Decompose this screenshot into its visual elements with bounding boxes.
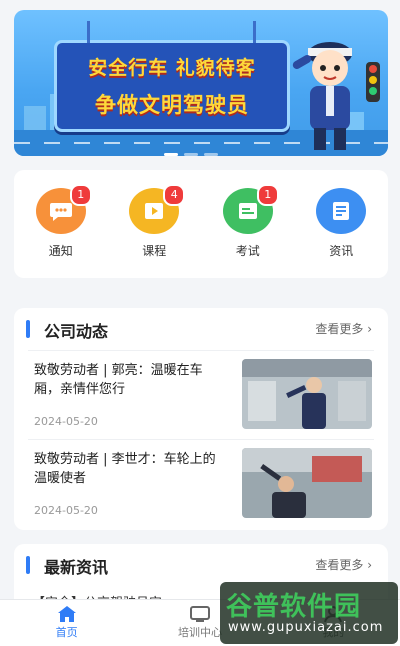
menu-label: 考试	[235, 244, 260, 258]
news-title: 致敬劳动者 | 李世才：车轮上的温暖使者	[34, 452, 216, 486]
document-icon	[316, 188, 367, 234]
carousel-indicators[interactable]	[164, 153, 218, 156]
promo-banner[interactable]: 安全行车 礼貌待客 争做文明驾驶员	[14, 10, 388, 156]
view-more-link[interactable]: 查看更多 ›	[315, 320, 372, 337]
section-accent-bar	[26, 320, 30, 338]
banner-sign: 安全行车 礼貌待客 争做文明驾驶员	[54, 21, 290, 132]
menu-item-notice[interactable]: 1 通知	[26, 170, 96, 259]
news-title: 致敬劳动者 | 郭亮：温暖在车厢，亲情伴您行	[34, 363, 203, 397]
quick-menu: 1 通知 4 课程 1 考试 资讯	[14, 170, 388, 278]
sign-rod	[87, 21, 90, 43]
menu-item-course[interactable]: 4 课程	[119, 170, 189, 259]
menu-item-exam[interactable]: 1 考试	[213, 170, 283, 259]
news-item[interactable]: 致敬劳动者 | 李世才：车轮上的温暖使者 2024-05-20	[28, 439, 374, 528]
tab-label: 首页	[55, 626, 78, 639]
news-thumbnail	[242, 359, 372, 429]
menu-label: 课程	[142, 244, 167, 258]
site-watermark: 谷普软件园 www.gupuxiazai.com	[220, 582, 398, 644]
news-item[interactable]: 致敬劳动者 | 郭亮：温暖在车厢，亲情伴您行 2024-05-20	[28, 350, 374, 439]
police-officer-illustration	[292, 42, 352, 150]
tab-home[interactable]: 首页	[0, 600, 133, 646]
watermark-name: 谷普软件园	[226, 592, 362, 622]
section-title: 公司动态	[44, 322, 109, 341]
menu-label: 资讯	[329, 244, 354, 258]
section-header: 最新资讯 查看更多 ›	[14, 544, 388, 586]
sign-rod	[253, 21, 256, 43]
view-more-link[interactable]: 查看更多 ›	[315, 556, 372, 573]
section-header: 公司动态 查看更多 ›	[14, 308, 388, 350]
section-title: 最新资讯	[44, 558, 109, 577]
notification-badge: 1	[69, 184, 92, 206]
banner-line2: 争做文明驾驶员	[95, 93, 249, 117]
company-news-card: 公司动态 查看更多 › 致敬劳动者 | 郭亮：温暖在车厢，亲情伴您行 2024-…	[14, 308, 388, 530]
banner-line1: 安全行车 礼貌待客	[88, 57, 256, 79]
course-badge: 4	[163, 184, 186, 206]
news-thumbnail	[242, 448, 372, 518]
exam-badge: 1	[256, 184, 279, 206]
watermark-url: www.gupuxiazai.com	[228, 620, 384, 635]
news-date: 2024-05-20	[34, 504, 98, 517]
menu-item-news[interactable]: 资讯	[306, 170, 376, 259]
traffic-light-icon	[366, 62, 380, 102]
menu-label: 通知	[48, 244, 73, 258]
news-date: 2024-05-20	[34, 415, 98, 428]
home-icon	[0, 604, 133, 624]
section-accent-bar	[26, 556, 30, 574]
